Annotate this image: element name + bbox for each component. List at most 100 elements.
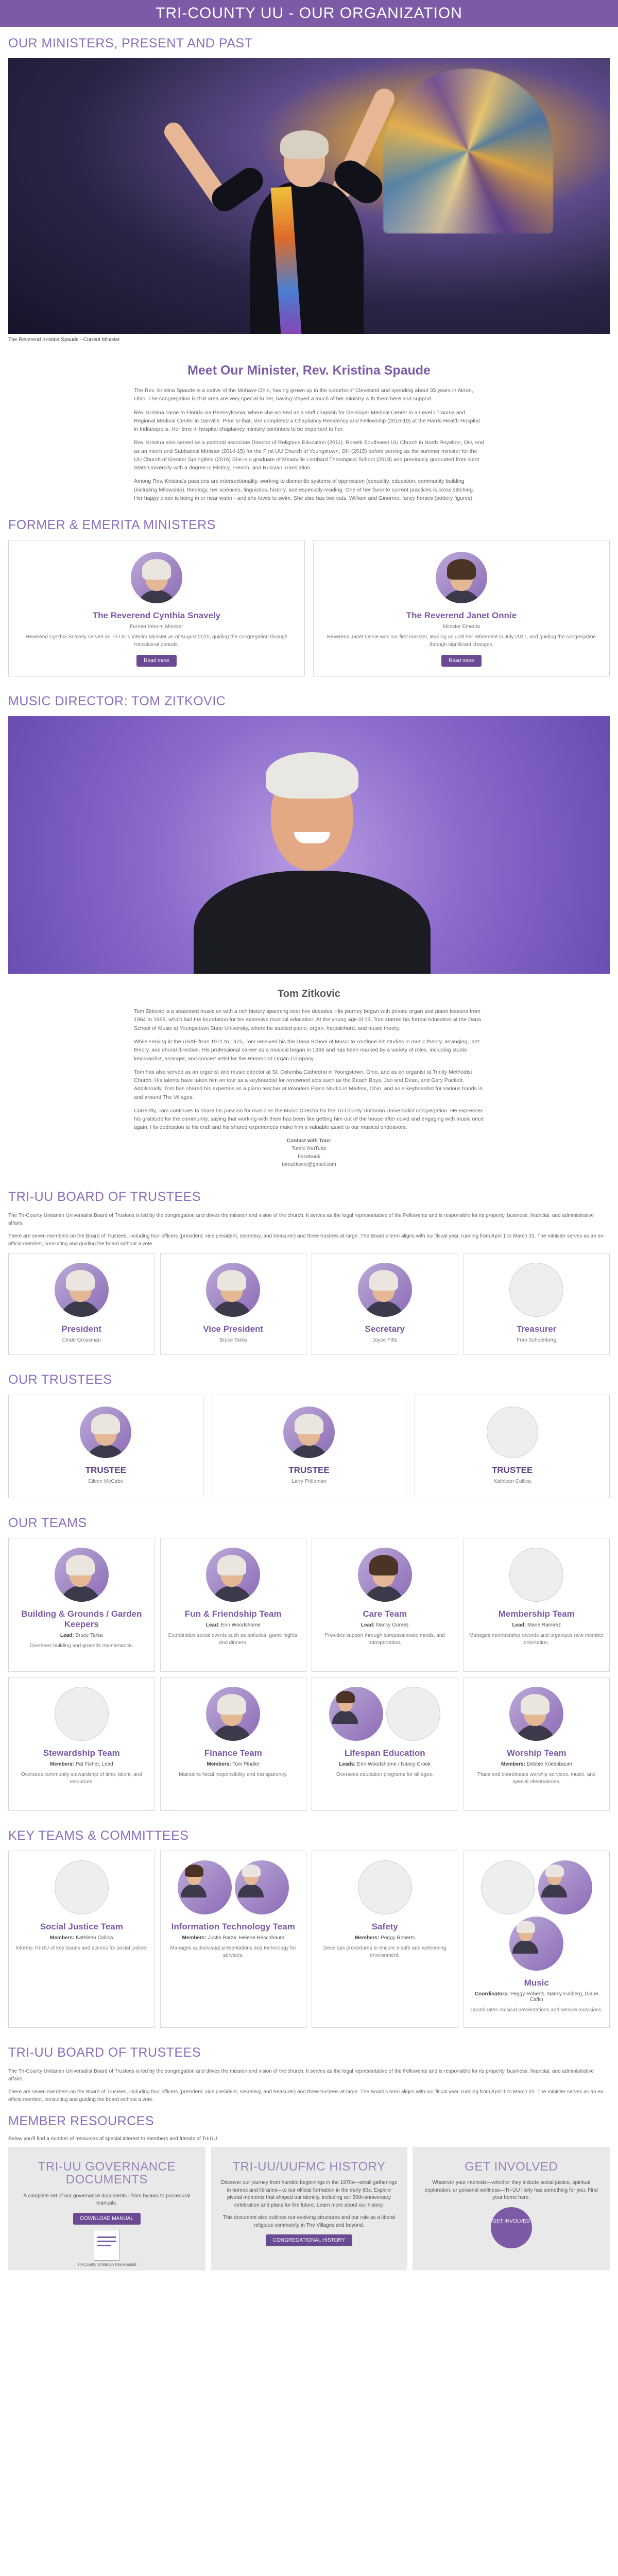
officer-name: Joyce Pitts: [372, 1337, 398, 1343]
trustee-card: TRUSTEE Kathleen Collica: [415, 1394, 610, 1498]
section-heading-former: FORMER & EMERITA MINISTERS: [8, 518, 216, 533]
former-minister-card: The Reverend Janet Onnie Minister Emerit…: [313, 540, 610, 677]
key-team-members: Coordinators: Peggy Roberts, Nancy Fullb…: [474, 1991, 598, 2003]
former-minister-name: The Reverend Cynthia Snavely: [92, 611, 221, 621]
avatar: [538, 1860, 592, 1914]
minister-heading: Meet Our Minister, Rev. Kristina Spaude: [187, 363, 431, 378]
team-title: Stewardship Team: [43, 1748, 120, 1758]
hero-caption: The Reverend Kristina Spaude - Current M…: [8, 337, 120, 343]
page-title: TRI-COUNTY UU - OUR ORGANIZATION: [0, 0, 618, 27]
minister-hero-photo: [8, 58, 610, 334]
avatar: [206, 1547, 261, 1602]
dual-avatar: [166, 1860, 301, 1914]
former-ministers: The Reverend Cynthia Snavely Former Inte…: [0, 540, 618, 677]
section-heading-board-repeat: TRI-UU BOARD OF TRUSTEES: [8, 2045, 201, 2060]
former-minister-role: Former Interim Minister: [130, 624, 183, 630]
section-heading-music: MUSIC DIRECTOR: TOM ZITKOVIC: [8, 694, 226, 709]
key-team-card: Social Justice Team Members: Kathleen Co…: [8, 1850, 155, 2028]
avatar: [234, 1860, 289, 1914]
music-director-photo: [8, 716, 610, 974]
avatar: [357, 1547, 412, 1602]
key-team-title: Music: [524, 1977, 549, 1988]
officer-title: Treasurer: [517, 1324, 557, 1334]
avatar: [206, 1262, 261, 1317]
team-card: Building & Grounds / Garden Keepers Lead…: [8, 1537, 155, 1672]
read-more-button[interactable]: Read more: [136, 655, 177, 667]
trustee-name: Larry Pittleman: [291, 1478, 327, 1484]
section-heading-ministers: OUR MINISTERS, PRESENT AND PAST: [8, 36, 253, 50]
resource-card-get-involved: GET INVOLVED Whatever your interests—whe…: [413, 2147, 610, 2271]
team-desc: Plans and coordinates worship services, …: [477, 1771, 596, 1785]
trustee-card: TRUSTEE Eileen McCabe: [8, 1394, 203, 1498]
section-heading-board: TRI-UU BOARD OF TRUSTEES: [8, 1189, 201, 1204]
team-desc: Maintains fiscal responsibility and tran…: [179, 1771, 288, 1777]
board-description: The Tri-County Unitarian Universalist Bo…: [8, 1212, 594, 1226]
minister-bio-paragraph: Rev. Kristina came to Florida via Pennsy…: [134, 409, 480, 433]
avatar: [357, 1262, 412, 1317]
team-desc: Oversees building and grounds maintenanc…: [29, 1642, 133, 1649]
trustee-title: TRUSTEE: [492, 1465, 533, 1475]
email-link[interactable]: tomzitkovic@gmail.com: [0, 1161, 618, 1169]
trustee-name: Eileen McCabe: [88, 1478, 124, 1484]
former-minister-card: The Reverend Cynthia Snavely Former Inte…: [8, 540, 305, 677]
team-lead: Lead: Bruce Tarka: [60, 1632, 103, 1638]
teams-row-1: Building & Grounds / Garden Keepers Lead…: [0, 1537, 618, 1672]
team-lead: Lead: Marie Ramirez: [512, 1622, 561, 1628]
download-manual-button[interactable]: DOWNLOAD MANUAL: [73, 2212, 141, 2225]
music-director-bio: Tom Zitkovic is a seasoned musician with…: [134, 1007, 484, 1131]
resource-text: A complete set of our governance documen…: [23, 2193, 191, 2207]
officer-card: Secretary Joyce Pitts: [312, 1252, 458, 1355]
music-bio-paragraph: Currently, Tom continues to share his pa…: [134, 1107, 484, 1131]
key-team-title: Social Justice Team: [40, 1921, 123, 1931]
officer-title: Secretary: [365, 1324, 405, 1334]
team-title: Lifespan Education: [344, 1748, 425, 1758]
document-thumbnail[interactable]: [94, 2229, 120, 2261]
trio-avatar-lower: [469, 1916, 605, 1971]
former-minister-role: Minister Emerita: [442, 624, 480, 630]
team-title: Finance Team: [204, 1748, 262, 1758]
trustee-name: Kathleen Collica: [493, 1478, 531, 1484]
resource-text: Discover our journey from humble beginni…: [221, 2180, 397, 2208]
team-lead: Members: Tom Pindler: [207, 1761, 260, 1767]
congregational-history-button[interactable]: CONGREGATIONAL HISTORY: [265, 2234, 353, 2247]
former-minister-desc: Reverend Janet Onnie was our first minis…: [327, 634, 596, 648]
team-card: Finance Team Members: Tom Pindler Mainta…: [160, 1676, 306, 1811]
avatar-placeholder: [54, 1686, 109, 1741]
team-desc: Coordinates social events such as potluc…: [167, 1632, 299, 1646]
section-heading-key-teams: KEY TEAMS & COMMITTEES: [8, 1828, 189, 1843]
key-team-card: Music Coordinators: Peggy Roberts, Nancy…: [463, 1850, 610, 2028]
team-title: Fun & Friendship Team: [184, 1608, 282, 1619]
read-more-button[interactable]: Read more: [441, 655, 482, 667]
document-caption: Tri-County Unitarian Universalist: [77, 2262, 136, 2267]
team-lead: Lead: Nancy Gomez: [360, 1622, 409, 1628]
youtube-link[interactable]: Tom's YouTube: [0, 1145, 618, 1153]
officer-card: Vice President Bruce Tarka: [160, 1252, 306, 1355]
trustees-grid: TRUSTEE Eileen McCabe TRUSTEE Larry Pitt…: [0, 1394, 618, 1498]
avatar: [283, 1406, 335, 1458]
team-title: Care Team: [363, 1608, 407, 1619]
former-minister-desc: Reverend Cynthia Snavely served as Tri-U…: [25, 634, 288, 648]
avatar-placeholder: [486, 1406, 538, 1458]
avatar-placeholder: [357, 1860, 412, 1914]
trustee-title: TRUSTEE: [85, 1465, 126, 1475]
former-minister-name: The Reverend Janet Onnie: [406, 611, 517, 621]
resource-text: Whatever your interests—whether they inc…: [424, 2180, 598, 2201]
avatar-placeholder: [509, 1547, 564, 1602]
resource-title: TRI-UU GOVERNANCE DOCUMENTS: [38, 2160, 176, 2187]
team-lead: Lead: Erin Woodshome: [205, 1622, 261, 1628]
resources-row: TRI-UU GOVERNANCE DOCUMENTS A complete s…: [0, 2147, 618, 2271]
get-involved-badge[interactable]: GET INVOLVED: [490, 2207, 532, 2248]
key-team-members: Members: Justin Barza, Helene Hirschbaum: [182, 1935, 284, 1941]
avatar: [80, 1406, 132, 1458]
section-heading-trustees: OUR TRUSTEES: [8, 1372, 112, 1387]
resource-card-governance: TRI-UU GOVERNANCE DOCUMENTS A complete s…: [8, 2147, 205, 2271]
facebook-link[interactable]: Facebook: [0, 1153, 618, 1161]
section-heading-resources: MEMBER RESOURCES: [8, 2114, 154, 2129]
avatar: [509, 1686, 564, 1741]
board-description: There are seven members on the Board of …: [8, 2089, 605, 2103]
teams-row-2: Stewardship Team Members: Pat Fisher, Le…: [0, 1676, 618, 1811]
team-lead: Members: Pat Fisher, Lead: [49, 1761, 113, 1767]
team-card: Membership Team Lead: Marie Ramirez Mana…: [463, 1537, 610, 1672]
officer-name: Cinde Grossman: [62, 1337, 101, 1343]
music-bio-paragraph: Tom has also served as an organist and m…: [134, 1069, 483, 1100]
